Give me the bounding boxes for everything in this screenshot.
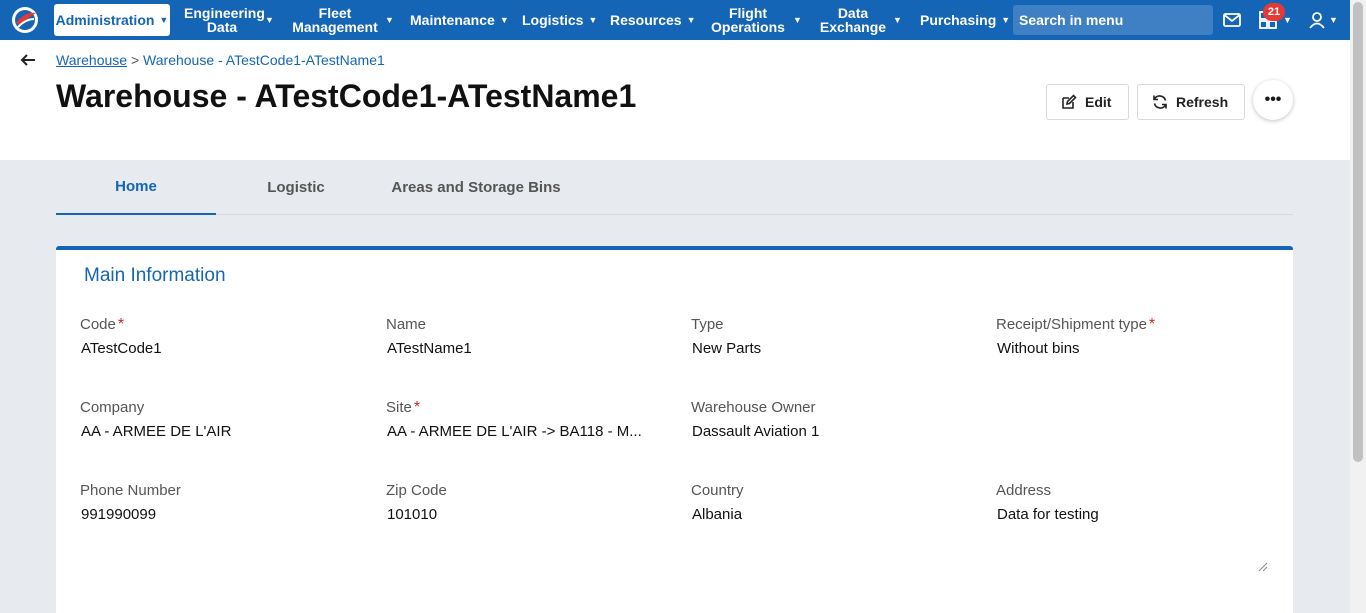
field-receipt-shipment-type-value[interactable]: Without bins <box>996 340 1276 357</box>
scrollbar-thumb[interactable] <box>1353 2 1363 462</box>
page-title: Warehouse - ATestCode1-ATestName1 <box>56 78 637 114</box>
main-information-card: Main Information Code * ATestCode1 Name A… <box>56 246 1293 613</box>
field-address-value[interactable]: Data for testing <box>996 506 1276 523</box>
mail-icon[interactable] <box>1222 10 1242 30</box>
nav-purchasing-label: Purchasing <box>920 12 997 28</box>
edit-button-label: Edit <box>1085 94 1112 110</box>
tab-home[interactable]: Home <box>56 160 216 215</box>
field-phone-number-label: Phone Number <box>80 482 181 499</box>
field-zip-code-label: Zip Code <box>386 482 447 499</box>
chevron-down-icon: ▼ <box>159 15 169 25</box>
field-zip-code-value[interactable]: 101010 <box>386 506 666 523</box>
breadcrumb-link-warehouse[interactable]: Warehouse <box>56 52 127 68</box>
chevron-down-icon: ▼ <box>265 15 274 25</box>
content-area: Home Logistic Areas and Storage Bins Mai… <box>0 160 1350 613</box>
chevron-down-icon: ▼ <box>499 15 509 25</box>
nav-flight-operations-label: Flight Operations <box>711 5 785 35</box>
menu-search-input[interactable] <box>1013 5 1213 35</box>
notification-badge: 21 <box>1263 3 1285 21</box>
field-phone-number: Phone Number 991990099 <box>80 482 360 523</box>
field-address: Address Data for testing <box>996 482 1276 523</box>
chevron-down-icon: ▼ <box>385 15 394 25</box>
app-logo-icon[interactable] <box>10 5 40 35</box>
chevron-down-icon[interactable]: ▼ <box>1283 0 1292 40</box>
nav-engineering-data[interactable]: Engineering Data ▼ <box>184 0 274 40</box>
nav-maintenance[interactable]: Maintenance ▼ <box>410 0 509 40</box>
tab-logistic[interactable]: Logistic <box>216 160 376 215</box>
more-options-button[interactable]: ••• <box>1253 80 1293 120</box>
field-type: Type New Parts <box>691 316 971 357</box>
required-marker: * <box>1148 316 1156 333</box>
field-type-label: Type <box>691 316 724 333</box>
breadcrumb: Warehouse > Warehouse - ATestCode1-ATest… <box>56 52 385 68</box>
chevron-down-icon: ▼ <box>686 15 696 25</box>
field-country-value[interactable]: Albania <box>691 506 971 523</box>
required-marker: * <box>413 399 421 416</box>
nav-data-exchange-label: Data Exchange <box>819 5 887 35</box>
field-warehouse-owner-label: Warehouse Owner <box>691 399 816 416</box>
field-phone-number-value[interactable]: 991990099 <box>80 506 360 523</box>
field-country: Country Albania <box>691 482 971 523</box>
field-name-label: Name <box>386 316 427 333</box>
field-receipt-shipment-type-label: Receipt/Shipment type <box>996 316 1147 333</box>
nav-logistics-label: Logistics <box>522 12 584 28</box>
user-icon[interactable] <box>1307 10 1327 30</box>
tab-bar: Home Logistic Areas and Storage Bins <box>56 160 1293 215</box>
field-code-label: Code <box>80 316 116 333</box>
nav-fleet-management-label: Fleet Management <box>292 5 378 35</box>
nav-maintenance-label: Maintenance <box>410 12 495 28</box>
resize-handle-icon[interactable] <box>1258 562 1268 572</box>
field-name: Name ATestName1 <box>386 316 666 357</box>
required-marker: * <box>117 316 125 333</box>
edit-icon <box>1062 94 1077 109</box>
tab-areas-storage-bins[interactable]: Areas and Storage Bins <box>376 160 576 215</box>
top-nav-bar: Administration ▼ Engineering Data ▼ Flee… <box>0 0 1350 40</box>
back-arrow-icon[interactable] <box>18 50 38 70</box>
section-title: Main Information <box>84 265 226 286</box>
nav-resources[interactable]: Resources ▼ <box>610 0 696 40</box>
nav-data-exchange[interactable]: Data Exchange ▼ <box>818 0 902 40</box>
breadcrumb-current: Warehouse - ATestCode1-ATestName1 <box>143 52 385 68</box>
field-code-value[interactable]: ATestCode1 <box>80 340 360 357</box>
nav-engineering-data-label: Engineering Data <box>184 5 265 35</box>
refresh-icon <box>1153 95 1167 109</box>
nav-administration-label: Administration <box>55 12 155 28</box>
field-type-value[interactable]: New Parts <box>691 340 971 357</box>
breadcrumb-separator: > <box>130 52 140 68</box>
chevron-down-icon: ▼ <box>893 15 902 25</box>
field-site-value[interactable]: AA - ARMEE DE L'AIR -> BA118 - M... <box>386 423 666 440</box>
nav-purchasing[interactable]: Purchasing ▼ <box>920 0 1010 40</box>
chevron-down-icon: ▼ <box>588 15 598 25</box>
chevron-down-icon: ▼ <box>793 15 802 25</box>
page-scrollbar[interactable] <box>1350 0 1366 613</box>
field-address-label: Address <box>996 482 1052 499</box>
field-site: Site * AA - ARMEE DE L'AIR -> BA118 - M..… <box>386 399 666 440</box>
nav-administration[interactable]: Administration ▼ <box>54 4 170 36</box>
chevron-down-icon: ▼ <box>1001 15 1011 25</box>
edit-button[interactable]: Edit <box>1046 84 1129 120</box>
field-code: Code * ATestCode1 <box>80 316 360 357</box>
chevron-down-icon[interactable]: ▼ <box>1329 0 1338 40</box>
field-receipt-shipment-type: Receipt/Shipment type * Without bins <box>996 316 1276 357</box>
field-company-label: Company <box>80 399 145 416</box>
nav-resources-label: Resources <box>610 12 682 28</box>
field-site-label: Site <box>386 399 412 416</box>
nav-flight-operations[interactable]: Flight Operations ▼ <box>708 0 802 40</box>
nav-logistics[interactable]: Logistics ▼ <box>522 0 597 40</box>
refresh-button-label: Refresh <box>1176 94 1229 110</box>
field-company-value[interactable]: AA - ARMEE DE L'AIR <box>80 423 360 440</box>
field-company: Company AA - ARMEE DE L'AIR <box>80 399 360 440</box>
field-name-value[interactable]: ATestName1 <box>386 340 666 357</box>
field-country-label: Country <box>691 482 744 499</box>
field-zip-code: Zip Code 101010 <box>386 482 666 523</box>
field-warehouse-owner: Warehouse Owner Dassault Aviation 1 <box>691 399 971 440</box>
field-warehouse-owner-value[interactable]: Dassault Aviation 1 <box>691 423 971 440</box>
refresh-button[interactable]: Refresh <box>1137 84 1245 120</box>
nav-fleet-management[interactable]: Fleet Management ▼ <box>290 0 394 40</box>
